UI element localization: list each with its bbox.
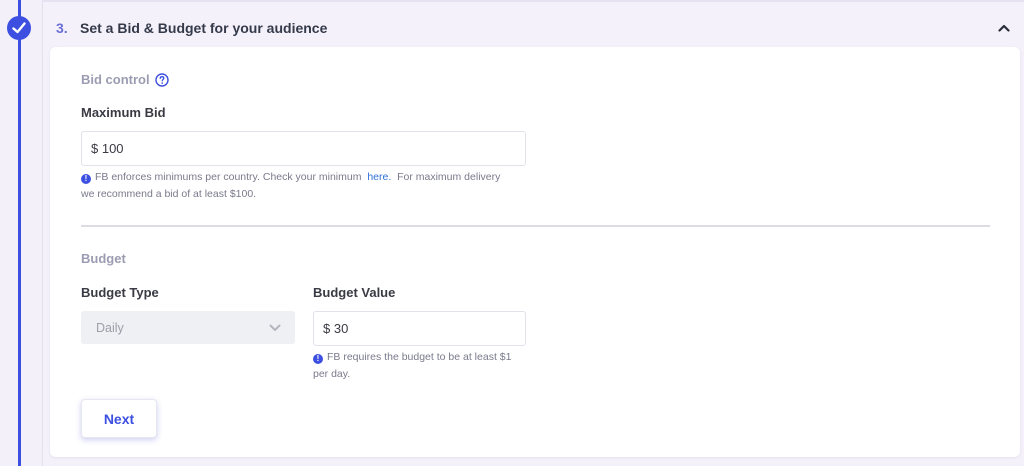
budget-value-input[interactable]: $ 30 <box>313 311 526 346</box>
budget-type-value: Daily <box>96 320 124 335</box>
budget-type-select[interactable]: Daily <box>81 311 295 344</box>
bid-hint-text-line2: we recommend a bid of at least $100. <box>81 188 257 200</box>
budget-hint-text: FB requires the budget to be at least $1 <box>327 351 512 363</box>
budget-heading: Budget <box>81 251 126 266</box>
minimum-bid-link[interactable]: here. <box>367 171 391 183</box>
question-circle-icon[interactable] <box>154 72 169 87</box>
budget-value-hint: ! FB requires the budget to be at least $… <box>313 349 533 383</box>
chevron-down-icon <box>269 321 281 335</box>
bid-control-label: Bid control <box>81 72 150 87</box>
next-button[interactable]: Next <box>81 399 157 438</box>
section-top-border <box>42 0 1024 2</box>
step-header[interactable]: 3. Set a Bid & Budget for your audience <box>42 6 1024 50</box>
bid-control-heading: Bid control <box>81 72 169 87</box>
chevron-up-icon[interactable] <box>994 18 1014 38</box>
step-number: 3. <box>56 20 68 36</box>
bid-hint-text-continued: For maximum delivery <box>397 171 501 183</box>
section-divider <box>81 225 990 227</box>
step-title: Set a Bid & Budget for your audience <box>80 20 328 36</box>
bid-budget-card: Bid control Maximum Bid $ 100 ! FB enforc… <box>50 47 1020 457</box>
maximum-bid-hint: ! FB enforces minimums per country. Check… <box>81 169 541 203</box>
info-circle-icon: ! <box>81 174 91 184</box>
budget-type-label: Budget Type <box>81 285 159 300</box>
maximum-bid-input[interactable]: $ 100 <box>81 131 526 166</box>
step-timeline-line <box>18 0 21 466</box>
bid-hint-text: FB enforces minimums per country. Check … <box>95 171 362 183</box>
check-circle-icon <box>7 16 31 40</box>
budget-hint-text-line2: per day. <box>313 368 351 380</box>
maximum-bid-label: Maximum Bid <box>81 105 166 120</box>
info-circle-icon: ! <box>313 354 323 364</box>
budget-value-label: Budget Value <box>313 285 396 300</box>
